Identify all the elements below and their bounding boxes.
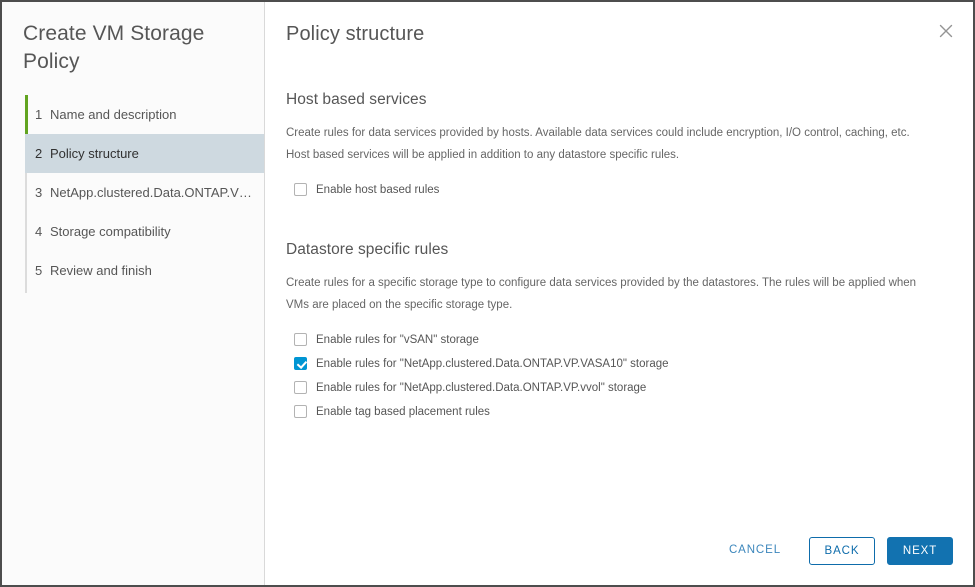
step-number: 2: [35, 146, 43, 161]
description-line: Host based services will be applied in a…: [286, 149, 680, 161]
page-content: Host based services Create rules for dat…: [265, 91, 973, 423]
checkbox-row-netapp-vasa10-storage[interactable]: Enable rules for "NetApp.clustered.Data.…: [294, 352, 952, 375]
cancel-button[interactable]: CANCEL: [715, 537, 795, 565]
host-based-services-heading: Host based services: [286, 91, 427, 108]
description-line: Create rules for a specific storage type…: [286, 277, 917, 289]
create-vm-storage-policy-dialog: Create VM Storage Policy 1 Name and desc…: [0, 0, 975, 587]
sidebar-step-storage-compatibility[interactable]: 4 Storage compatibility: [25, 212, 264, 251]
checkbox-label: Enable rules for "NetApp.clustered.Data.…: [316, 357, 669, 370]
datastore-specific-rules-description: Create rules for a specific storage type…: [286, 272, 936, 316]
datastore-specific-rules-heading: Datastore specific rules: [286, 241, 449, 258]
step-number: 3: [35, 185, 43, 200]
step-label: Storage compatibility: [50, 224, 171, 239]
step-number: 1: [35, 107, 43, 122]
checkbox-icon[interactable]: [294, 405, 307, 418]
wizard-main-panel: Policy structure Host based services Cre…: [265, 2, 973, 585]
step-label: NetApp.clustered.Data.ONTAP.VP....: [50, 185, 261, 200]
wizard-title: Create VM Storage Policy: [23, 22, 205, 73]
checkbox-icon[interactable]: [294, 381, 307, 394]
checkbox-icon[interactable]: [294, 333, 307, 346]
checkbox-label: Enable rules for "vSAN" storage: [316, 333, 479, 346]
wizard-step-list: 1 Name and description 2 Policy structur…: [2, 95, 264, 293]
step-label: Review and finish: [50, 263, 152, 278]
back-button[interactable]: BACK: [809, 537, 875, 565]
sidebar-step-policy-structure[interactable]: 2 Policy structure: [25, 134, 264, 173]
description-line: Create rules for data services provided …: [286, 127, 910, 139]
next-button[interactable]: NEXT: [887, 537, 953, 565]
close-icon[interactable]: [935, 20, 957, 42]
wizard-sidebar: Create VM Storage Policy 1 Name and desc…: [2, 2, 265, 585]
checkbox-label: Enable rules for "NetApp.clustered.Data.…: [316, 381, 647, 394]
checkbox-label: Enable host based rules: [316, 183, 440, 196]
sidebar-step-name-and-description[interactable]: 1 Name and description: [25, 95, 264, 134]
datastore-rules-checkbox-list: Enable rules for "vSAN" storage Enable r…: [286, 328, 952, 423]
step-number: 5: [35, 263, 43, 278]
sidebar-step-netapp-ontap[interactable]: 3 NetApp.clustered.Data.ONTAP.VP....: [25, 173, 264, 212]
step-label: Policy structure: [50, 146, 139, 161]
checkbox-row-vsan-storage[interactable]: Enable rules for "vSAN" storage: [294, 328, 952, 351]
checkbox-row-netapp-vvol-storage[interactable]: Enable rules for "NetApp.clustered.Data.…: [294, 376, 952, 399]
step-number: 4: [35, 224, 43, 239]
step-label: Name and description: [50, 107, 177, 122]
page-title: Policy structure: [286, 23, 425, 45]
checkbox-icon-checked[interactable]: [294, 357, 307, 370]
sidebar-step-review-and-finish[interactable]: 5 Review and finish: [25, 251, 264, 290]
dialog-footer: CANCEL BACK NEXT: [715, 537, 953, 565]
checkbox-label: Enable tag based placement rules: [316, 405, 490, 418]
checkbox-icon[interactable]: [294, 183, 307, 196]
description-line: VMs are placed on the specific storage t…: [286, 299, 513, 311]
host-based-rules-checkbox-list: Enable host based rules: [286, 178, 952, 201]
checkbox-row-tag-based-placement[interactable]: Enable tag based placement rules: [294, 400, 952, 423]
host-based-services-description: Create rules for data services provided …: [286, 122, 936, 166]
checkbox-row-enable-host-based-rules[interactable]: Enable host based rules: [294, 178, 952, 201]
